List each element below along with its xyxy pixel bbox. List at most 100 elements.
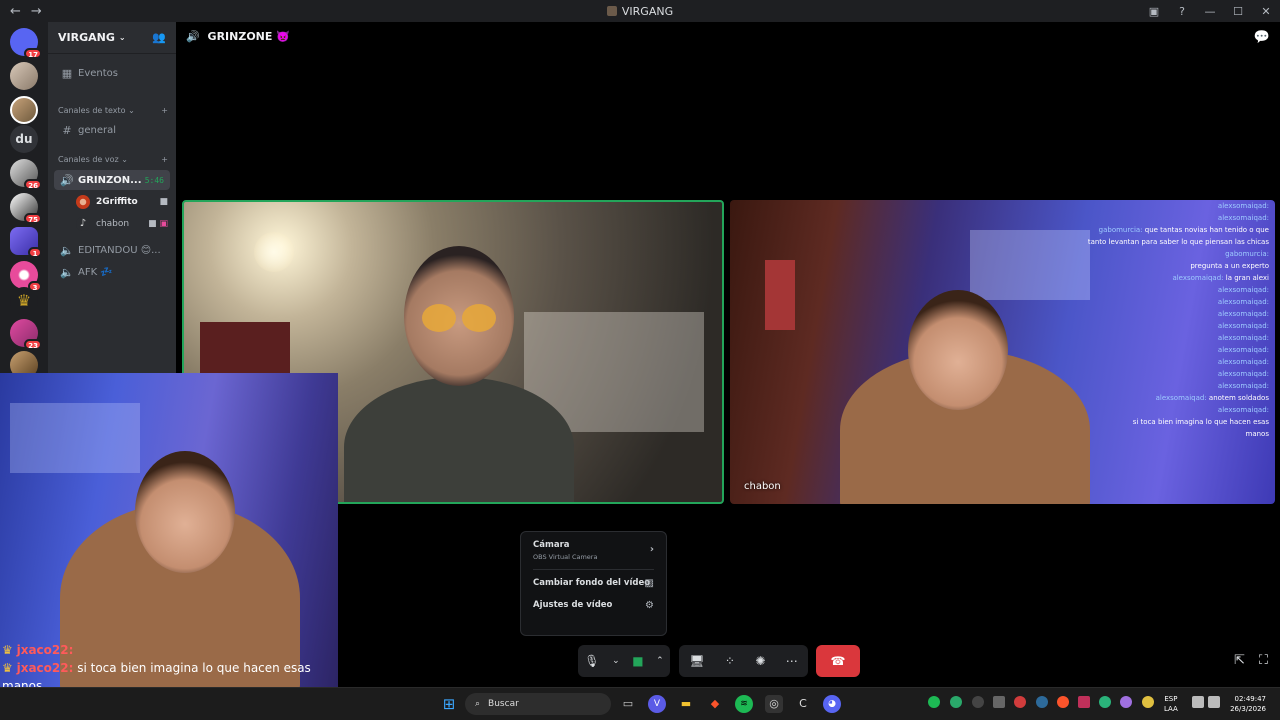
chat-bubble-icon[interactable]: 💬 (1254, 30, 1270, 45)
network-icon[interactable] (1192, 696, 1204, 708)
close-button[interactable]: ✕ (1252, 5, 1280, 18)
help-icon[interactable]: ? (1168, 5, 1196, 18)
fullscreen-icon[interactable]: ⛶ (1259, 653, 1268, 668)
tray-icon[interactable] (1036, 696, 1048, 708)
call-header: 🔊 GRINZONE 👿 (186, 30, 290, 43)
events-item[interactable]: ▦ Eventos (54, 63, 170, 83)
chat-username: alexsomaiqad: (1172, 274, 1226, 282)
back-arrow-icon[interactable]: ← (10, 4, 21, 19)
task-view-icon[interactable]: ▭ (619, 695, 637, 713)
activities-icon[interactable]: ⁘ (725, 654, 735, 668)
text-category[interactable]: Canales de texto ⌄ + (58, 106, 168, 115)
gear-icon: ⚙ (645, 600, 654, 611)
voice-channel[interactable]: 🔈 EDITANDOU 😊... (54, 240, 170, 260)
guild-name: VIRGANG (58, 31, 115, 44)
server-icon[interactable]: 3 (10, 261, 42, 292)
speaker-icon: 🔊 (186, 30, 200, 43)
crown-badge-icon: ♛ (2, 643, 13, 657)
server-icon[interactable]: 75 (10, 193, 42, 224)
discord-icon[interactable]: ◕ (823, 695, 841, 713)
person-head (908, 290, 1008, 410)
mic-tray-icon[interactable] (1142, 696, 1154, 708)
camera-live-icon: ■ ▣ (148, 219, 168, 229)
voice-user[interactable]: 2Griffito ■ (76, 193, 168, 211)
tray-icon[interactable] (1078, 696, 1090, 708)
minimize-button[interactable]: — (1196, 5, 1224, 18)
window-title: VIRGANG (0, 5, 1280, 18)
chat-line: alexsomaiqad: (1069, 356, 1269, 368)
tray-icon[interactable] (950, 696, 962, 708)
unread-badge: 1 (28, 247, 42, 258)
chat-text: si toca bien imagina lo que hacen esas (1132, 418, 1269, 426)
app-icon[interactable]: C (794, 695, 812, 713)
video-tile-chabon[interactable]: chabon alexsomaiqad: alexsomaiqad: gabom… (730, 200, 1275, 504)
glasses-lens (462, 304, 496, 332)
home-discord-icon[interactable]: 17 (10, 28, 42, 59)
chevron-up-icon[interactable]: ⌃ (656, 656, 664, 666)
chat-text: que tantas novias han tenido o que (1144, 226, 1269, 234)
disconnect-button[interactable]: ☎ (816, 645, 860, 677)
tray-icon[interactable] (1120, 696, 1132, 708)
tray-spotify-icon[interactable] (928, 696, 940, 708)
voice-timer: 5:46 (144, 175, 164, 185)
volume-icon[interactable] (1208, 696, 1220, 708)
search-icon: ⌕ (475, 699, 481, 709)
media-controls: 🎙 ⌄ ■ ⌃ (578, 645, 670, 677)
video-tile-self[interactable] (0, 373, 338, 687)
server-icon[interactable]: 26 (10, 159, 42, 190)
chat-line: gabomurcia: (1069, 248, 1269, 260)
app-icon[interactable]: V (648, 695, 666, 713)
windows-start-icon[interactable]: ⊞ (440, 695, 458, 713)
change-background-item[interactable]: Cambiar fondo del vídeo ▨ (533, 578, 654, 589)
language-indicator[interactable]: ESP LAA (1164, 694, 1178, 714)
server-icon[interactable] (10, 62, 38, 90)
voice-channel-active[interactable]: 🔊 GRINZON... 5:46 (54, 170, 170, 190)
tray-icon[interactable] (1014, 696, 1026, 708)
camera-select[interactable]: Cámara OBS Virtual Camera › (533, 540, 654, 561)
forward-arrow-icon[interactable]: → (31, 4, 42, 19)
server-icon-du[interactable]: du (10, 125, 38, 153)
chevron-down-icon[interactable]: ⌄ (612, 656, 620, 666)
guild-header[interactable]: VIRGANG ⌄ 👥 (48, 22, 176, 54)
add-user-icon[interactable]: 👥 (152, 31, 166, 44)
chat-line: alexsomaiqad: (1069, 296, 1269, 308)
person-head (135, 451, 235, 573)
server-icon (606, 5, 617, 16)
view-controls: ⇱ ⛶ (1234, 653, 1268, 668)
popout-icon[interactable]: ⇱ (1234, 653, 1245, 668)
tray-icon[interactable] (1099, 696, 1111, 708)
tray-icon[interactable] (972, 696, 984, 708)
add-channel-icon[interactable]: + (161, 106, 168, 115)
screen-share-icon[interactable]: 🖥 (689, 654, 704, 668)
camera-button[interactable]: ■ (632, 654, 643, 668)
soundboard-icon[interactable]: ✺ (755, 654, 765, 668)
server-icon-active[interactable] (10, 96, 38, 124)
voice-channel[interactable]: 🔈 AFK 💤 (54, 262, 170, 282)
channel-general[interactable]: # general (54, 120, 170, 140)
chat-line: si toca bien imagina lo que hacen esas (1069, 416, 1269, 428)
microphone-icon[interactable]: 🎙 (584, 654, 599, 668)
steam-icon[interactable]: ◎ (765, 695, 783, 713)
video-settings-item[interactable]: Ajustes de vídeo ⚙ (533, 600, 654, 611)
voice-category[interactable]: Canales de voz ⌄ + (58, 155, 168, 164)
file-explorer-icon[interactable]: ▬ (677, 695, 695, 713)
window-blinds (10, 403, 140, 473)
spotify-icon[interactable]: ≋ (735, 695, 753, 713)
inbox-icon[interactable]: ▣ (1140, 5, 1168, 18)
crown-server-icon[interactable]: ♛ (10, 287, 38, 315)
taskbar-search[interactable]: ⌕ Buscar (465, 693, 611, 715)
tray-icon[interactable] (1057, 696, 1069, 708)
brave-browser-icon[interactable]: ◆ (706, 695, 724, 713)
clock[interactable]: 02:49:47 26/3/2026 (1230, 694, 1266, 714)
voice-user[interactable]: ♪ chabon ■ ▣ (76, 215, 168, 233)
chat-text: manos (1245, 430, 1269, 438)
maximize-button[interactable]: ☐ (1224, 5, 1252, 18)
hangup-phone-icon: ☎ (830, 654, 846, 668)
chevron-right-icon: › (649, 544, 654, 555)
more-options-icon[interactable]: ⋯ (786, 654, 798, 668)
chat-text: la gran alexi (1225, 274, 1269, 282)
server-icon[interactable]: 23 (10, 319, 42, 350)
add-channel-icon[interactable]: + (161, 155, 168, 164)
server-icon[interactable]: 1 (10, 227, 42, 258)
tray-icon[interactable] (993, 696, 1005, 708)
